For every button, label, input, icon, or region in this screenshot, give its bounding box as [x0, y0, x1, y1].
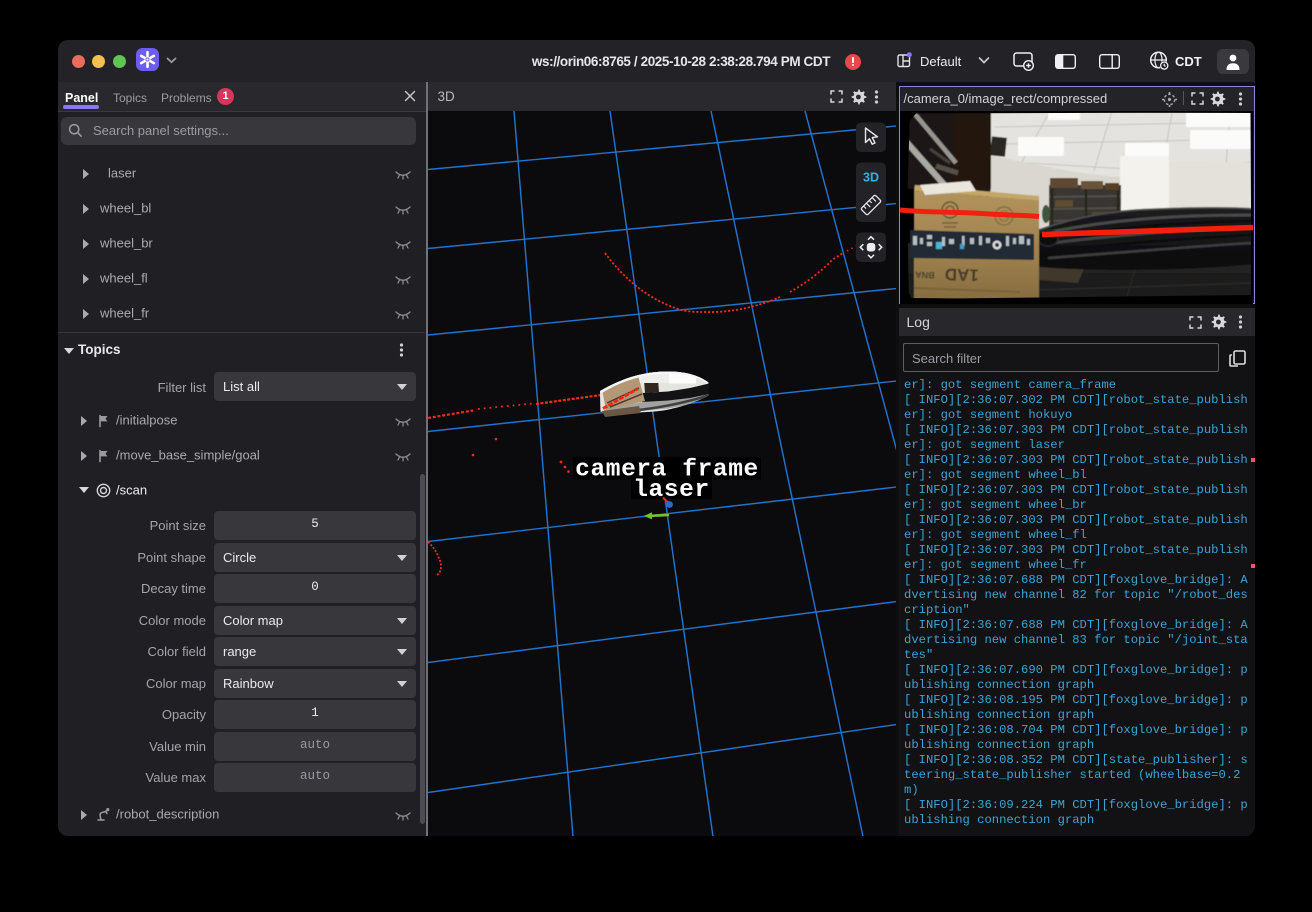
svg-text:BNA: BNA	[914, 269, 934, 280]
svg-text:1AD: 1AD	[944, 264, 979, 284]
svg-text:3D: 3D	[863, 170, 879, 184]
svg-text:laser: laser	[633, 477, 710, 504]
